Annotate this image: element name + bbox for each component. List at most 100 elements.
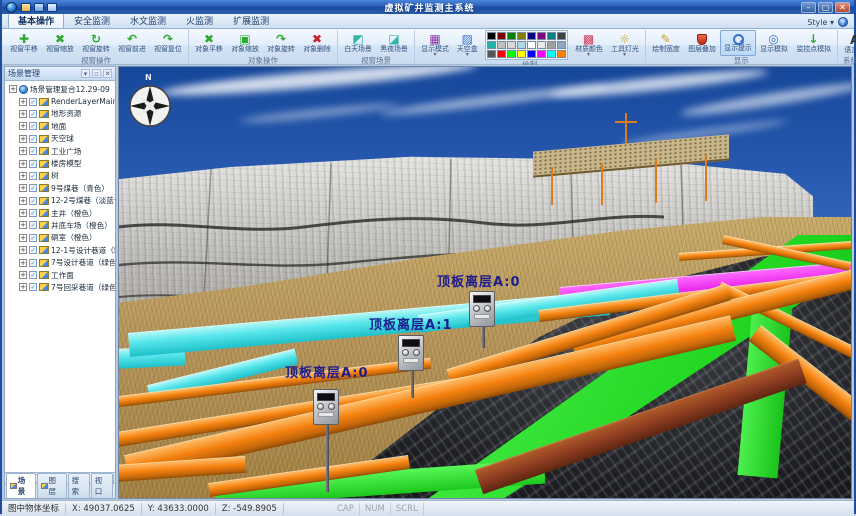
visibility-check-icon[interactable]: ✓ [29, 98, 37, 106]
tree-item[interactable]: +✓9号煤巷（青色） [7, 182, 115, 194]
palette-swatch[interactable] [527, 32, 536, 40]
palette-swatch[interactable] [557, 41, 566, 49]
palette-swatch[interactable] [507, 41, 516, 49]
roof-separation-sensor[interactable] [398, 335, 424, 371]
expand-icon[interactable]: + [19, 283, 27, 291]
expand-icon[interactable]: + [19, 271, 27, 279]
palette-swatch[interactable] [517, 41, 526, 49]
style-menu[interactable]: Style ▾ [807, 18, 834, 27]
tree-item[interactable]: +✓硐室（橙色） [7, 232, 115, 244]
title-bar[interactable]: 虚拟矿井监测主系统 – ▢ ✕ [2, 0, 854, 14]
display-mode-button[interactable]: ▦ 显示模式 ▾ [417, 32, 453, 58]
view-pan-button[interactable]: ✚ 视窗平移 [6, 30, 42, 56]
object-delete-button[interactable]: ✖ 对象删除 [299, 30, 335, 56]
expand-icon[interactable]: + [9, 85, 17, 93]
palette-swatch[interactable] [487, 41, 496, 49]
palette-swatch[interactable] [537, 50, 546, 58]
roof-separation-sensor[interactable] [469, 291, 495, 327]
visibility-check-icon[interactable]: ✓ [29, 209, 37, 217]
expand-icon[interactable]: + [19, 221, 27, 229]
palette-swatch[interactable] [507, 32, 516, 40]
material-color-button[interactable]: ▩ 材质颜色 ▾ [571, 32, 607, 58]
help-icon[interactable]: ? [838, 17, 848, 27]
visibility-check-icon[interactable]: ✓ [29, 172, 37, 180]
view-zoom-button[interactable]: ✖ 视窗缩放 [42, 30, 78, 56]
night-scene-button[interactable]: ◪ 黑夜场景 [376, 30, 412, 56]
palette-swatch[interactable] [517, 32, 526, 40]
tab-layers[interactable]: 图层 [37, 473, 67, 498]
expand-icon[interactable]: + [19, 172, 27, 180]
skybox-button[interactable]: ▨ 天空盒 ▾ [453, 32, 482, 58]
language-switch-button[interactable]: A ↺ 语言切换 [840, 30, 856, 56]
close-button[interactable]: ✕ [835, 2, 850, 13]
visibility-check-icon[interactable]: ✓ [29, 122, 37, 130]
roof-separation-sensor[interactable] [313, 389, 339, 425]
expand-icon[interactable]: + [19, 147, 27, 155]
visibility-check-icon[interactable]: ✓ [29, 259, 37, 267]
palette-swatch[interactable] [497, 32, 506, 40]
panel-menu-icon[interactable]: ▾ [81, 69, 90, 78]
palette-swatch[interactable] [507, 50, 516, 58]
palette-swatch[interactable] [537, 32, 546, 40]
view-rotate-button[interactable]: ↻ 视窗旋转 [78, 30, 114, 56]
palette-swatch[interactable] [497, 41, 506, 49]
tab-fire-monitoring[interactable]: 火监测 [176, 12, 223, 28]
object-move-button[interactable]: ✖ 对象平移 [191, 30, 227, 56]
expand-icon[interactable]: + [19, 160, 27, 168]
show-tips-button[interactable]: 显示提示 [720, 30, 756, 56]
tree-item[interactable]: +✓树 [7, 170, 115, 182]
maximize-button[interactable]: ▢ [818, 2, 833, 13]
tree-item[interactable]: +✓天空球 [7, 133, 115, 145]
3d-viewport[interactable]: N 顶板离层A:0 顶板离层A:1 [118, 66, 852, 499]
palette-swatch[interactable] [557, 50, 566, 58]
tree-item[interactable]: +✓RenderLayerMain [7, 95, 115, 107]
tree-item[interactable]: +✓地面 [7, 120, 115, 132]
palette-swatch[interactable] [497, 50, 506, 58]
panel-close-icon[interactable]: ✕ [103, 69, 112, 78]
visibility-check-icon[interactable]: ✓ [29, 221, 37, 229]
view-forward-button[interactable]: ↶ 视窗前进 [114, 30, 150, 56]
visibility-check-icon[interactable]: ✓ [29, 246, 37, 254]
tree-item[interactable]: +✓地形资源 [7, 108, 115, 120]
visibility-check-icon[interactable]: ✓ [29, 110, 37, 118]
palette-swatch[interactable] [527, 50, 536, 58]
tree-item[interactable]: +✓工作面 [7, 269, 115, 281]
expand-icon[interactable]: + [19, 122, 27, 130]
app-menu-orb-icon[interactable] [6, 2, 17, 13]
expand-icon[interactable]: + [19, 246, 27, 254]
tab-viewport[interactable]: 视口 [91, 473, 113, 498]
expand-icon[interactable]: + [19, 209, 27, 217]
palette-swatch[interactable] [537, 41, 546, 49]
object-rotate-button[interactable]: ↷ 对象旋转 [263, 30, 299, 56]
palette-swatch[interactable] [517, 50, 526, 58]
expand-icon[interactable]: + [19, 184, 27, 192]
monitor-point-sim-button[interactable]: ↓ 监控点模拟 [792, 30, 836, 56]
day-scene-button[interactable]: ◩ 白天场景 [340, 30, 376, 56]
show-simulation-button[interactable]: ◎ 显示模拟 [756, 30, 792, 56]
object-scale-button[interactable]: ▣ 对象缩放 [227, 30, 263, 56]
tree-item[interactable]: +✓主井（橙色） [7, 207, 115, 219]
tree-root[interactable]: + 场景管理复合12.29-09 [7, 83, 115, 95]
visibility-check-icon[interactable]: ✓ [29, 184, 37, 192]
tree-item[interactable]: +✓7号设计巷道（绿色） [7, 256, 115, 268]
view-reset-button[interactable]: ↷ 视窗复位 [150, 30, 186, 56]
tree-item[interactable]: +✓12-2号煤巷（淡蓝色） [7, 195, 115, 207]
tab-scene[interactable]: 场景 [6, 473, 36, 498]
quick-access-icon[interactable] [34, 3, 44, 12]
expand-icon[interactable]: + [19, 197, 27, 205]
palette-swatch[interactable] [487, 50, 496, 58]
draw-width-button[interactable]: ✎ 绘制宽度 [648, 30, 684, 56]
open-file-icon[interactable] [21, 3, 31, 12]
tab-water-monitoring[interactable]: 水文监测 [120, 12, 176, 28]
visibility-check-icon[interactable]: ✓ [29, 283, 37, 291]
tree-item[interactable]: +✓7号回采巷道（绿色） [7, 281, 115, 293]
palette-swatch[interactable] [547, 32, 556, 40]
tab-extended-monitoring[interactable]: 扩展监测 [223, 12, 279, 28]
tab-safety-monitoring[interactable]: 安全监测 [64, 12, 120, 28]
visibility-check-icon[interactable]: ✓ [29, 147, 37, 155]
tree-item[interactable]: +✓工业广场 [7, 145, 115, 157]
palette-swatch[interactable] [557, 32, 566, 40]
tree-item[interactable]: +✓12-1号设计巷道（粉色） [7, 244, 115, 256]
palette-swatch[interactable] [487, 32, 496, 40]
palette-swatch[interactable] [547, 41, 556, 49]
